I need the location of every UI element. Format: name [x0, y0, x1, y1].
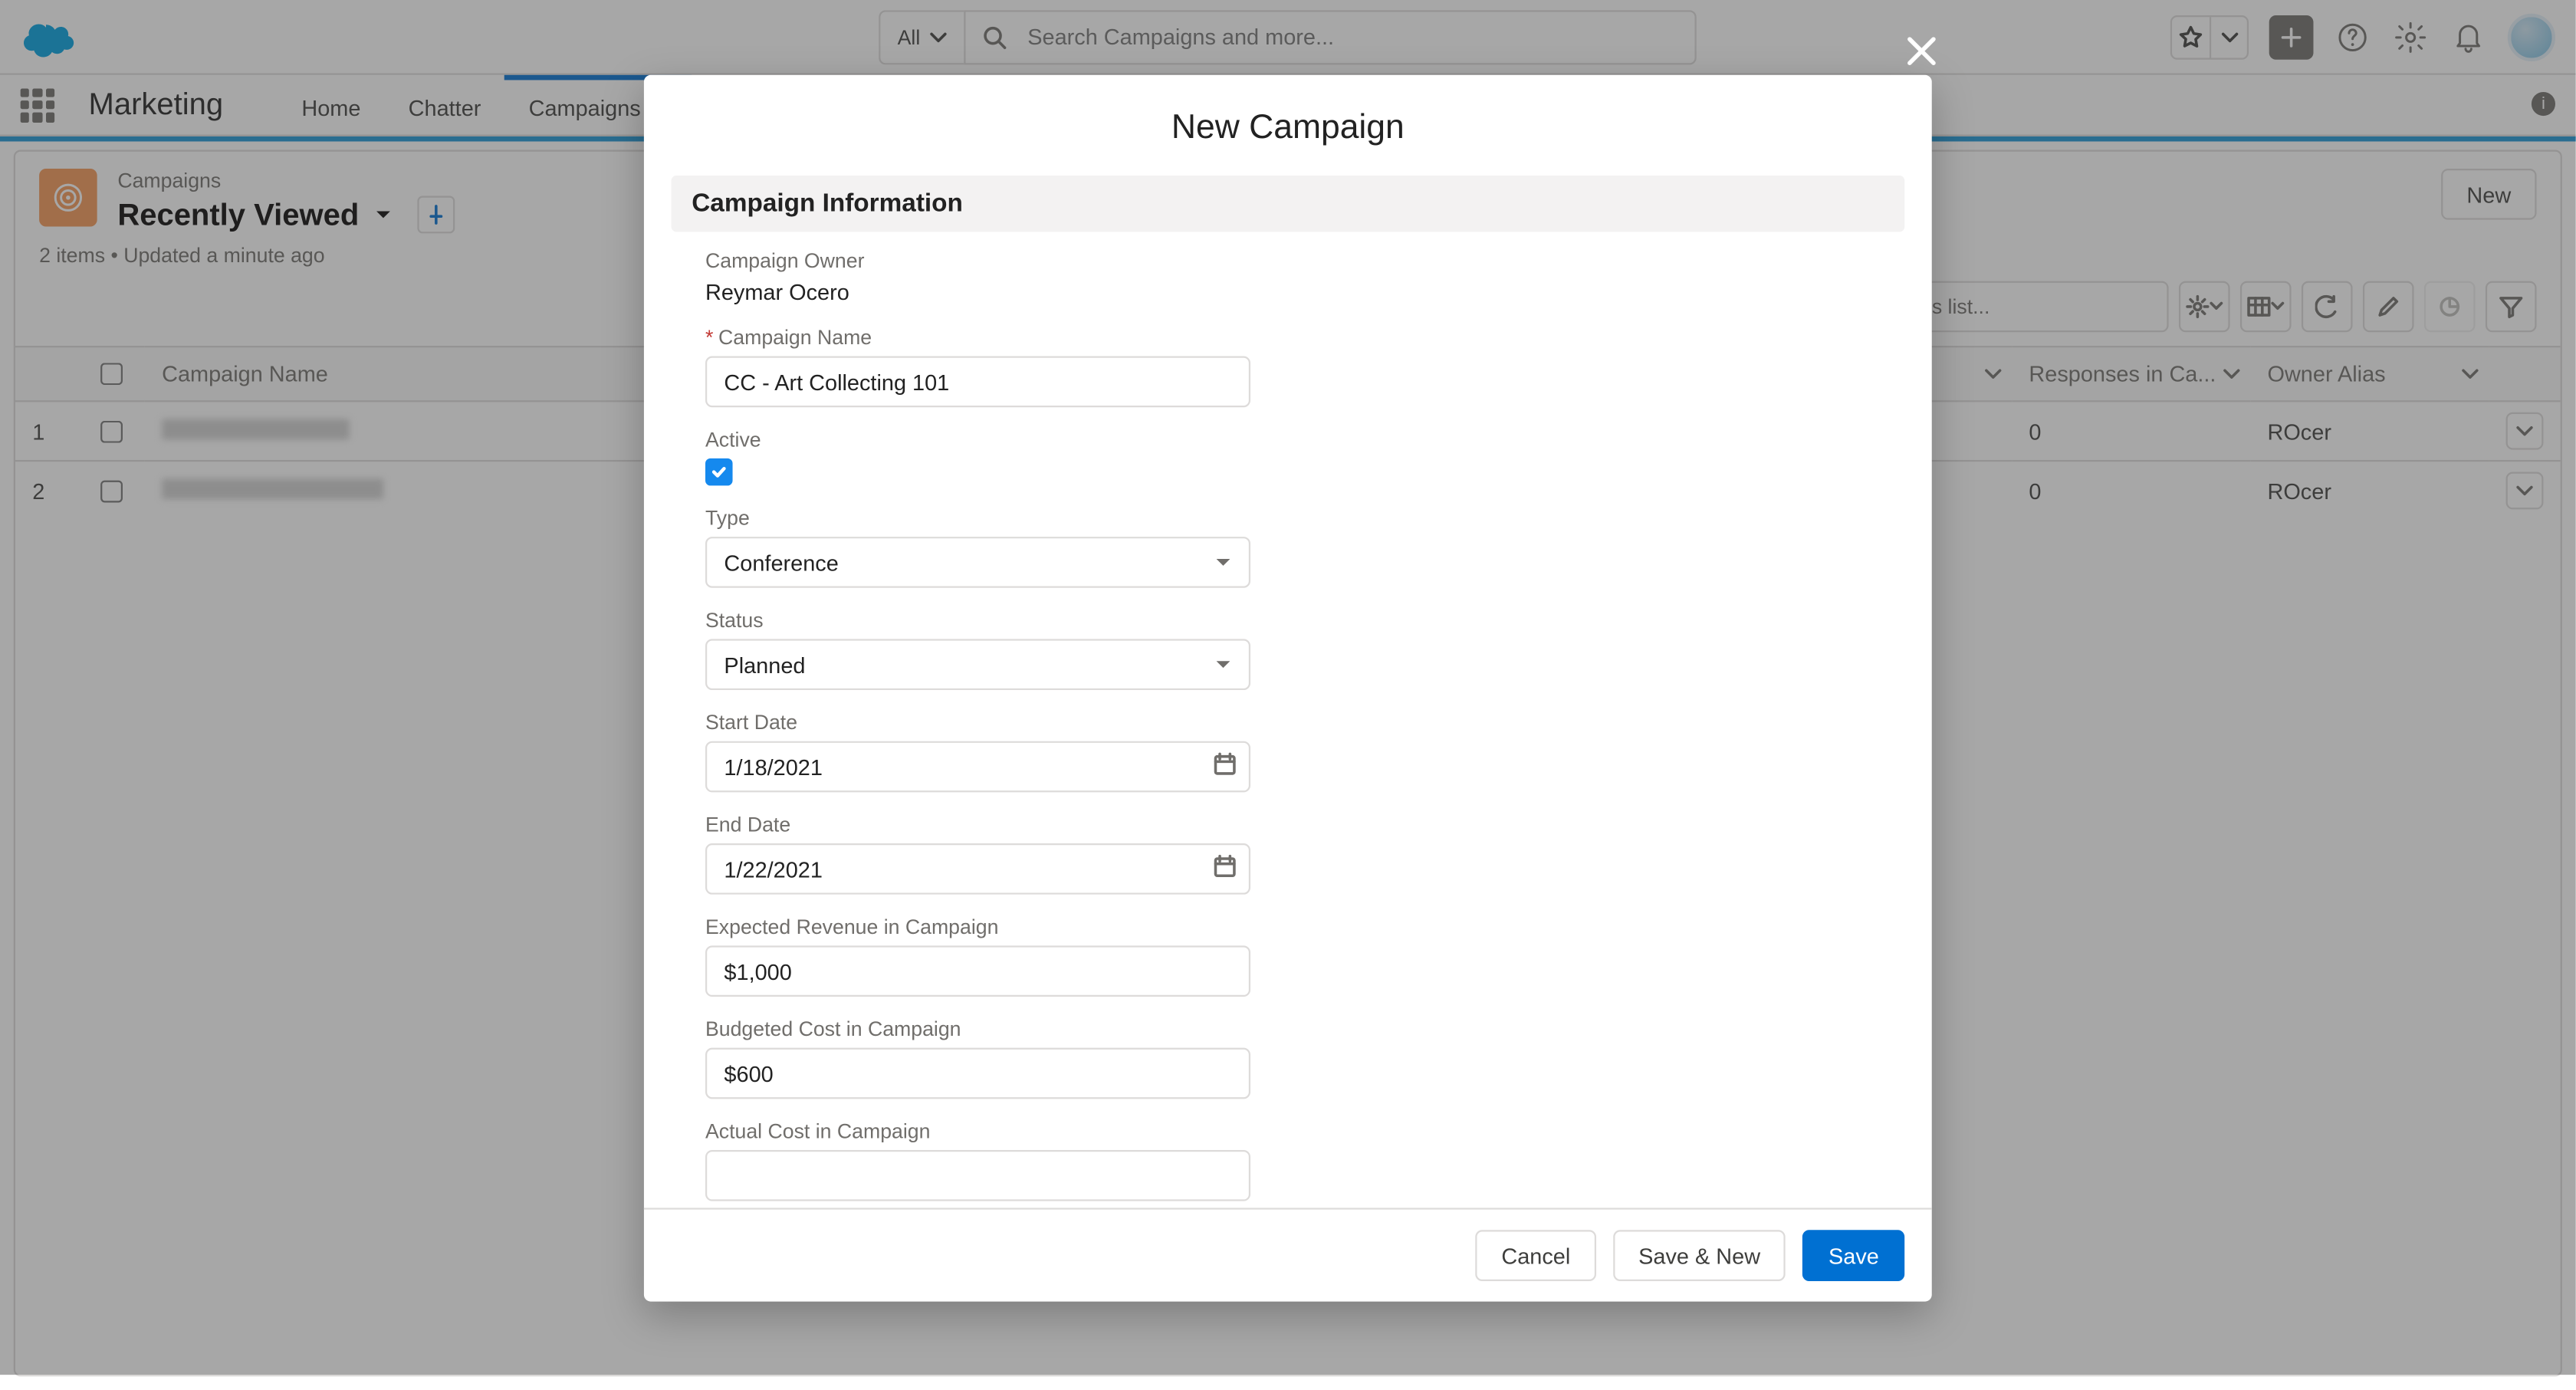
field-status: Status Planned — [705, 608, 1250, 690]
field-expected-revenue: Expected Revenue in Campaign — [705, 915, 1250, 997]
calendar-icon[interactable] — [1213, 752, 1237, 781]
modal-section-header: Campaign Information — [671, 176, 1904, 232]
start-date-input[interactable] — [705, 741, 1250, 793]
field-budgeted-cost: Budgeted Cost in Campaign — [705, 1017, 1250, 1099]
close-icon — [1901, 31, 1942, 71]
field-campaign-name: *Campaign Name — [705, 325, 1250, 407]
budgeted-cost-input[interactable] — [705, 1048, 1250, 1099]
field-actual-cost: Actual Cost in Campaign — [705, 1119, 1250, 1201]
chevron-down-icon — [1214, 553, 1231, 570]
save-and-new-button[interactable]: Save & New — [1613, 1230, 1786, 1281]
field-type: Type Conference — [705, 506, 1250, 588]
campaign-name-input[interactable] — [705, 356, 1250, 407]
modal-title: New Campaign — [644, 75, 1932, 176]
status-select[interactable]: Planned — [705, 639, 1250, 690]
campaign-owner-value: Reymar Ocero — [705, 279, 1250, 304]
modal-overlay: New Campaign Campaign Information Campai… — [0, 0, 2576, 1375]
cancel-button[interactable]: Cancel — [1476, 1230, 1596, 1281]
actual-cost-input[interactable] — [705, 1150, 1250, 1201]
end-date-input[interactable] — [705, 843, 1250, 895]
save-button[interactable]: Save — [1803, 1230, 1905, 1281]
type-select[interactable]: Conference — [705, 537, 1250, 588]
new-campaign-modal: New Campaign Campaign Information Campai… — [644, 75, 1932, 1302]
field-campaign-owner: Campaign Owner Reymar Ocero — [705, 248, 1250, 304]
expected-revenue-input[interactable] — [705, 945, 1250, 997]
field-end-date: End Date — [705, 813, 1250, 895]
calendar-icon[interactable] — [1213, 854, 1237, 883]
check-icon — [711, 463, 728, 480]
field-start-date: Start Date — [705, 711, 1250, 793]
active-checkbox[interactable] — [705, 458, 733, 486]
modal-close-button[interactable] — [1898, 28, 1945, 75]
field-active: Active — [705, 428, 1250, 486]
chevron-down-icon — [1214, 655, 1231, 672]
